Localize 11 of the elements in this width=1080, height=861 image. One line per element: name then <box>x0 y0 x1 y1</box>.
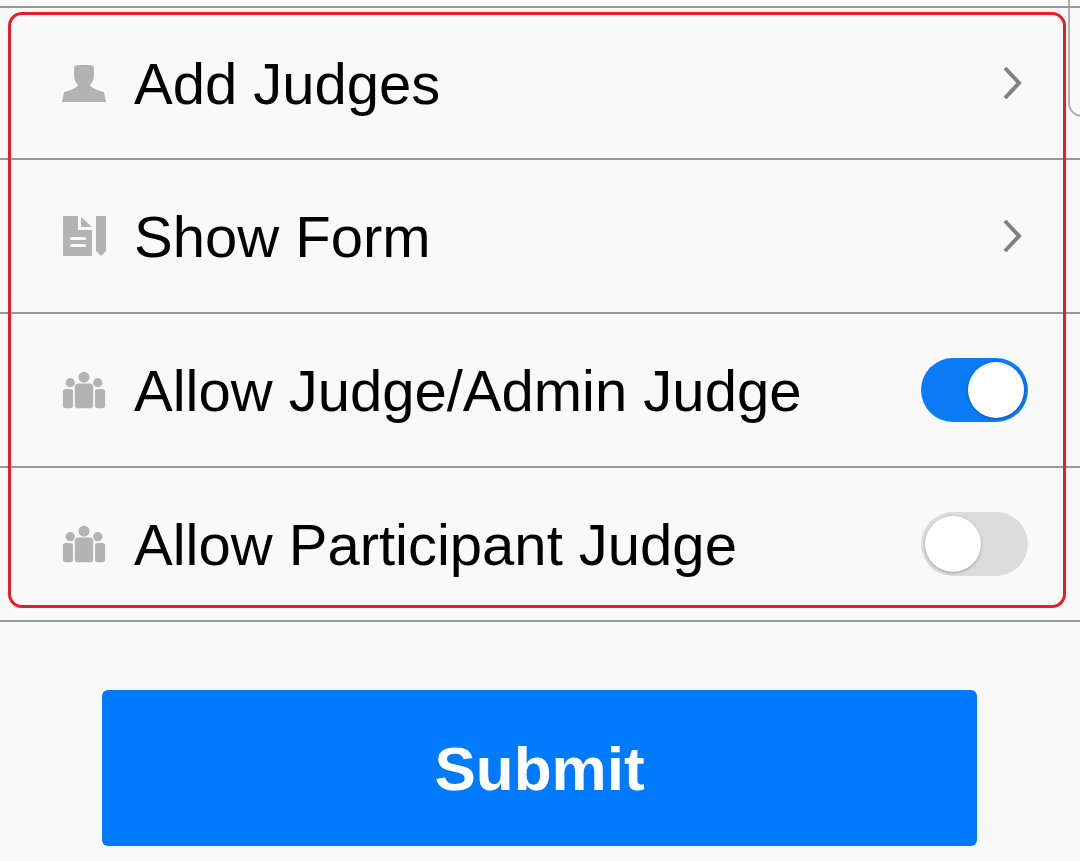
chevron-icon[interactable] <box>1002 65 1022 101</box>
chevron-icon[interactable] <box>1002 218 1022 254</box>
document-icon <box>62 216 106 256</box>
submit-button[interactable]: Submit <box>102 690 977 846</box>
setting-label: Add Judges <box>134 49 442 117</box>
group-icon <box>62 370 106 410</box>
setting-label: Allow Participant Judge <box>134 510 738 578</box>
person-icon <box>62 63 106 103</box>
setting-label: Allow Judge/Admin Judge <box>134 356 803 424</box>
group-icon <box>62 524 106 564</box>
setting-label: Show Form <box>134 202 432 270</box>
